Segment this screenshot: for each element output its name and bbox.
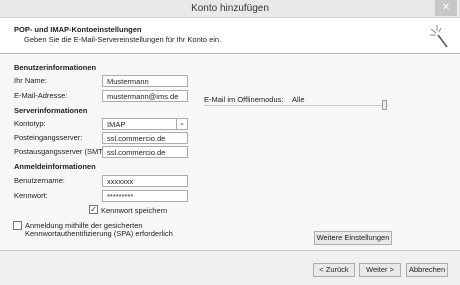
- dialog-header: POP- und IMAP-Kontoeinstellungen Geben S…: [0, 18, 460, 54]
- section-server-info: Serverinformationen: [14, 106, 88, 115]
- section-user-info: Benutzerinformationen: [14, 63, 97, 72]
- password-input[interactable]: *********: [102, 190, 188, 202]
- incoming-server-input[interactable]: ssl.commercio.de: [102, 132, 188, 144]
- section-login-info: Anmeldeinformationen: [14, 162, 96, 171]
- account-type-select[interactable]: IMAP ⌄: [102, 118, 188, 130]
- spa-label-line2: Kennwortauthentifizierung (SPA) erforder…: [25, 229, 173, 238]
- outgoing-server-label: Postausgangsserver (SMTP):: [14, 147, 113, 156]
- account-type-value: IMAP: [107, 120, 126, 129]
- magic-wand-icon: [430, 25, 448, 48]
- remember-password-checkbox[interactable]: ✓: [89, 205, 98, 214]
- incoming-server-label: Posteingangsserver:: [14, 133, 83, 142]
- dialog-content: Benutzerinformationen Ihr Name: Musterma…: [0, 55, 460, 250]
- dialog-footer: < Zurück Weiter > Abbrechen: [0, 250, 460, 285]
- username-input[interactable]: xxxxxxx: [102, 175, 188, 187]
- back-button[interactable]: < Zurück: [313, 263, 355, 277]
- chevron-down-icon: ⌄: [176, 119, 187, 129]
- remember-password-label: Kennwort speichern: [101, 206, 168, 215]
- offline-slider-track[interactable]: [204, 105, 388, 106]
- email-input[interactable]: mustermann@ims.de: [102, 90, 188, 102]
- spa-checkbox[interactable]: [13, 221, 22, 230]
- name-label: Ihr Name:: [14, 76, 47, 85]
- next-button[interactable]: Weiter >: [359, 263, 401, 277]
- email-label: E-Mail-Adresse:: [14, 91, 68, 100]
- outgoing-server-input[interactable]: ssl.commercio.de: [102, 146, 188, 158]
- header-subtitle: Geben Sie die E-Mail-Servereinstellungen…: [24, 35, 222, 44]
- account-type-label: Kontotyp:: [14, 119, 46, 128]
- cancel-button[interactable]: Abbrechen: [406, 263, 448, 277]
- offline-slider-thumb[interactable]: [382, 100, 387, 110]
- username-label: Benutzername:: [14, 176, 65, 185]
- password-label: Kennwort:: [14, 191, 48, 200]
- more-settings-button[interactable]: Weitere Einstellungen: [314, 231, 392, 245]
- offline-mode-value: Alle: [292, 95, 305, 104]
- offline-mode-label: E-Mail im Offlinemodus:: [204, 95, 284, 104]
- window-title: Konto hinzufügen: [191, 3, 269, 14]
- title-bar: Konto hinzufügen ✕: [0, 0, 460, 18]
- close-button[interactable]: ✕: [435, 0, 457, 16]
- header-title: POP- und IMAP-Kontoeinstellungen: [14, 25, 142, 34]
- name-input[interactable]: Mustermann: [102, 75, 188, 87]
